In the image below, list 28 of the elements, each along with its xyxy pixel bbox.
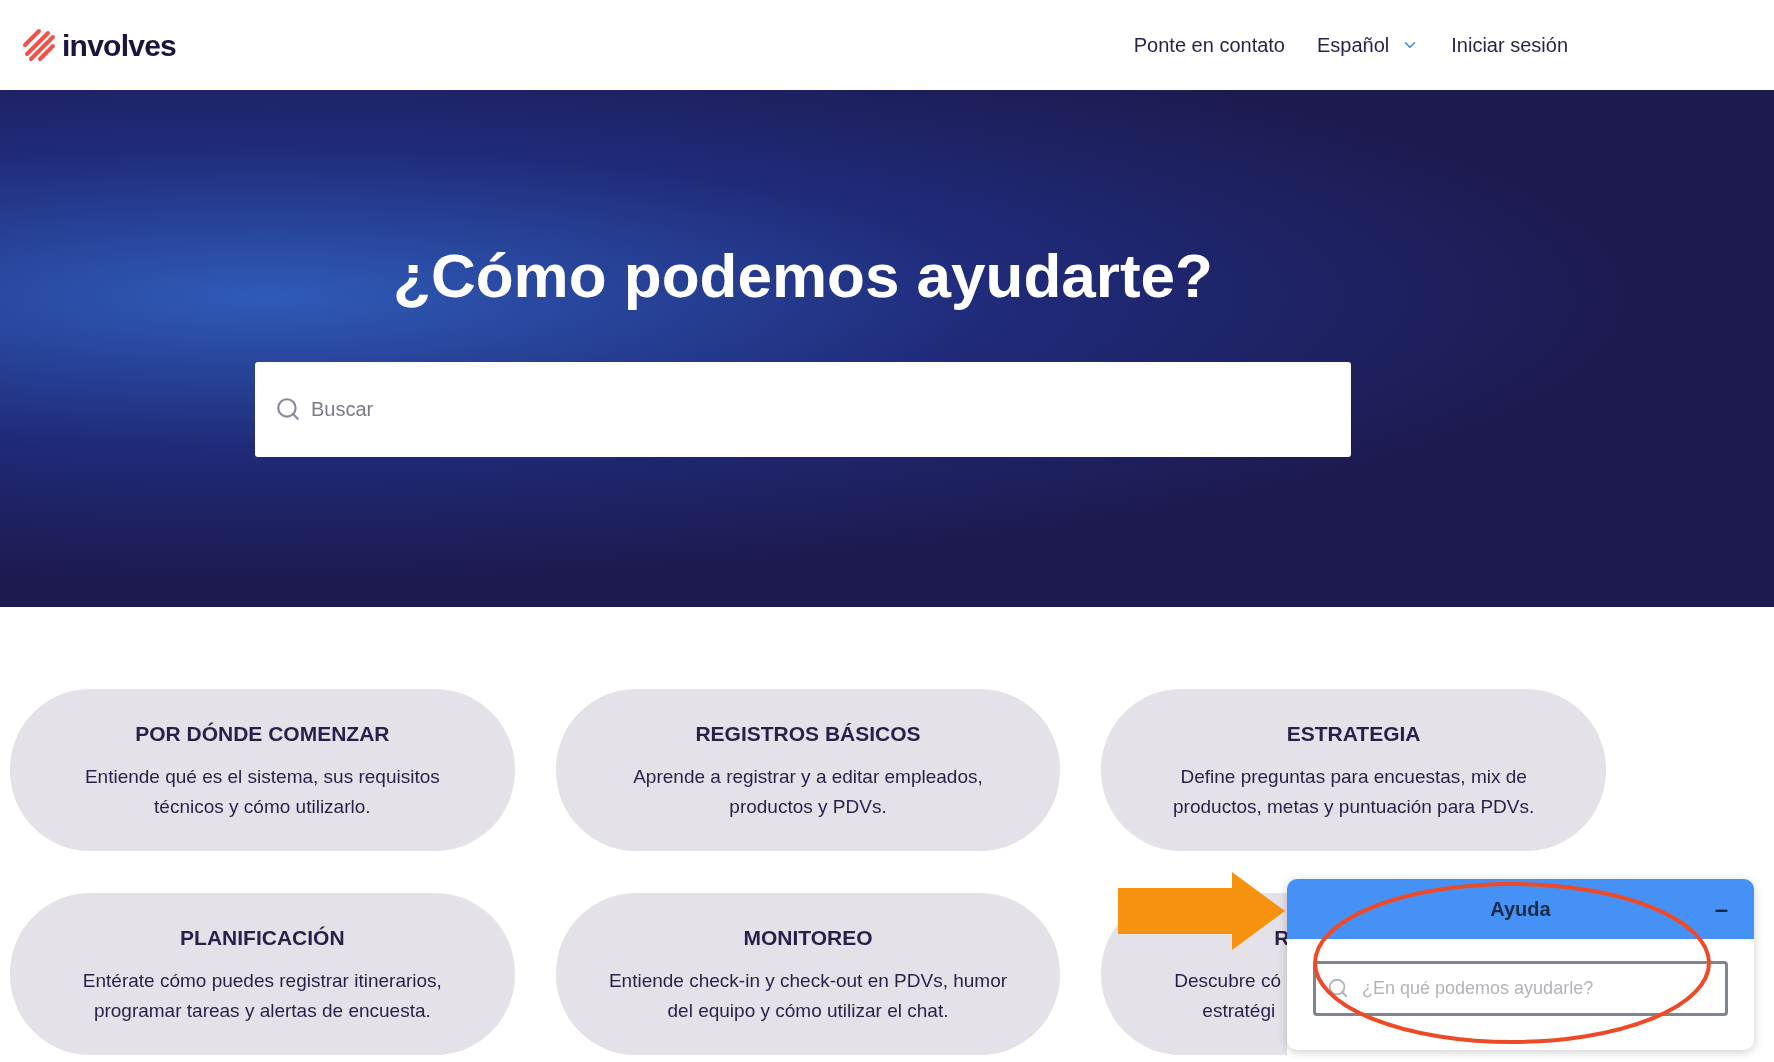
- help-search-field[interactable]: ¿En qué podemos ayudarle?: [1313, 961, 1728, 1016]
- search-icon: [275, 396, 301, 422]
- card-description: estratégi: [1202, 998, 1276, 1023]
- category-card[interactable]: REGISTROS BÁSICOS Aprende a registrar y a editar empleados, productos y PDVs.: [555, 689, 1061, 851]
- card-description: Entiende check-in y check-out en PDVs, humor del equipo y cómo utilizar el chat.: [607, 968, 1009, 1023]
- minimize-button[interactable]: –: [1714, 891, 1728, 927]
- category-card[interactable]: POR DÓNDE COMENZAR Entiende qué es el sistema, sus requisitos técnicos y cómo utilizarlo.: [10, 689, 515, 851]
- card-description: Entiende qué es el sistema, sus requisitos técnicos y cómo utilizarlo.: [83, 764, 441, 819]
- category-card[interactable]: MONITOREO Entiende check-in y check-out en PDVs, humor del equipo y cómo utilizar el chat.: [555, 893, 1061, 1055]
- logo-wordmark[interactable]: involves: [62, 22, 177, 68]
- card-title: REGISTROS BÁSICOS: [695, 721, 921, 748]
- card-title: MONITOREO: [743, 925, 873, 952]
- card-title: POR DÓNDE COMENZAR: [135, 721, 390, 748]
- logo-icon: [22, 28, 56, 62]
- search-field[interactable]: Buscar: [255, 362, 1351, 457]
- category-card[interactable]: PLANIFICACIÓN Entérate cómo puedes registrar itinerarios, programar tareas y alertas de encuesta.: [10, 893, 515, 1055]
- nav-link[interactable]: Ponte en contato: [1133, 30, 1285, 60]
- category-card[interactable]: ESTRATEGIA Define preguntas para encuestas, mix de productos, metas y puntuación para PDVs.: [1101, 689, 1606, 851]
- nav-link[interactable]: Iniciar sesión: [1451, 30, 1568, 60]
- card-description: Define preguntas para encuestas, mix de productos, metas y puntuación para PDVs.: [1172, 764, 1536, 819]
- card-description: Aprende a registrar y a editar empleados, productos y PDVs.: [632, 764, 984, 819]
- card-title: ESTRATEGIA: [1286, 721, 1421, 748]
- card-description: Descubre có: [1174, 968, 1281, 993]
- card-description: Entérate cómo puedes registrar itinerarios, programar tareas y alertas de encuesta.: [81, 968, 443, 1023]
- widget-title: Ayuda: [1490, 897, 1551, 922]
- search-icon: [1327, 977, 1349, 999]
- card-title: PLANIFICACIÓN: [180, 925, 345, 952]
- language-dropdown[interactable]: Español: [1317, 30, 1420, 60]
